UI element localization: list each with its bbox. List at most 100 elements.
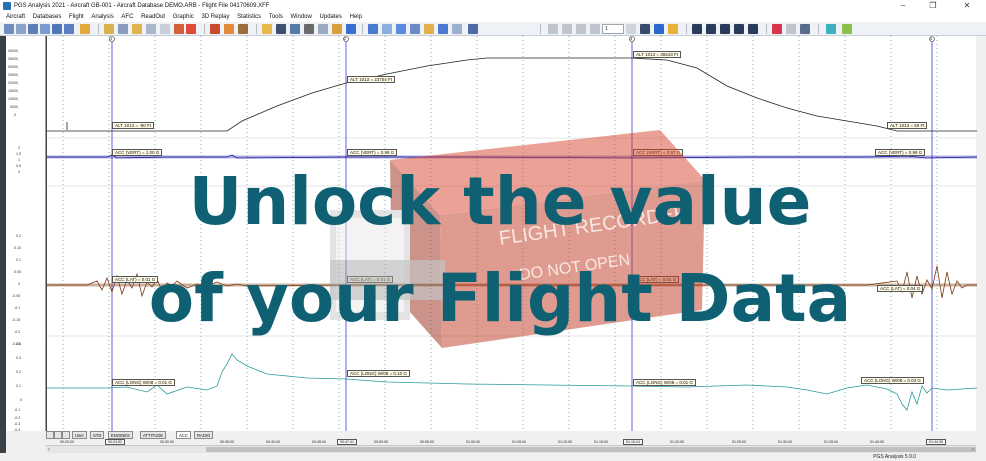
title-bar: PGS Analysis 2021 - Aircraft GB-001 - Ai… bbox=[0, 0, 986, 12]
tab-nav-next[interactable] bbox=[62, 431, 70, 439]
magnify-icon[interactable] bbox=[146, 24, 156, 34]
folder-icon[interactable] bbox=[262, 24, 272, 34]
plane-view-icon[interactable] bbox=[290, 24, 300, 34]
menu-flight[interactable]: Flight bbox=[69, 12, 84, 22]
dropdown-icon[interactable] bbox=[626, 24, 636, 34]
menu-statistics[interactable]: Statistics bbox=[237, 12, 261, 22]
menu-help[interactable]: Help bbox=[350, 12, 362, 22]
next-icon[interactable] bbox=[720, 24, 730, 34]
tab-user[interactable]: User bbox=[72, 431, 87, 439]
run-icon[interactable] bbox=[772, 24, 782, 34]
stop-icon[interactable] bbox=[590, 24, 600, 34]
spreadsheet-icon[interactable] bbox=[842, 24, 852, 34]
tab-engines[interactable]: ENGINES bbox=[108, 431, 133, 439]
tab-nav-first[interactable] bbox=[46, 431, 54, 439]
align-icon[interactable] bbox=[40, 24, 50, 34]
cursor-marker-4[interactable]: 4 bbox=[930, 36, 932, 41]
menu-3d-replay[interactable]: 3D Replay bbox=[201, 12, 229, 22]
print-icon[interactable] bbox=[238, 24, 248, 34]
time-tick: 01:00:00 bbox=[466, 440, 480, 444]
curve-icon[interactable] bbox=[452, 24, 462, 34]
tab-radio[interactable]: RADIO bbox=[194, 431, 214, 439]
tab-nav-prev[interactable] bbox=[54, 431, 62, 439]
scroll-thumb[interactable] bbox=[206, 447, 976, 452]
layout-icon[interactable] bbox=[800, 24, 810, 34]
alt-tick: 0 bbox=[14, 113, 16, 117]
menu-databases[interactable]: Databases bbox=[33, 12, 62, 22]
eraser-icon[interactable] bbox=[174, 24, 184, 34]
cursor-marker-3[interactable]: 3 bbox=[630, 36, 632, 41]
wand-icon[interactable] bbox=[104, 24, 114, 34]
arrow-down-icon[interactable] bbox=[438, 24, 448, 34]
menu-tools[interactable]: Tools bbox=[269, 12, 283, 22]
options-icon[interactable] bbox=[160, 24, 170, 34]
cursor-marker-2[interactable]: 2 bbox=[344, 36, 346, 41]
menu-analysis[interactable]: Analysis bbox=[91, 12, 113, 22]
brush-icon[interactable] bbox=[668, 24, 678, 34]
lat-tick: -0.15 bbox=[12, 318, 21, 322]
vert-cursor-label-1: ACC (VERT) = 1.00 G bbox=[112, 149, 163, 156]
monitor-icon[interactable] bbox=[276, 24, 286, 34]
acc-long-trace bbox=[47, 353, 977, 411]
headline-line-2: of your Flight Data bbox=[148, 260, 852, 337]
range-icon[interactable] bbox=[410, 24, 420, 34]
time-tick: 00:35:00 bbox=[220, 440, 234, 444]
page-input[interactable]: 1 bbox=[602, 24, 624, 34]
step-back-icon[interactable] bbox=[548, 24, 558, 34]
close-button[interactable]: ✕ bbox=[952, 0, 982, 12]
menu-window[interactable]: Window bbox=[291, 12, 312, 22]
camera-icon[interactable] bbox=[304, 24, 314, 34]
tab-attitude[interactable]: ATTITUDE bbox=[140, 431, 167, 439]
table-icon[interactable] bbox=[468, 24, 478, 34]
menu-updates[interactable]: Updates bbox=[320, 12, 342, 22]
chart-icon[interactable] bbox=[118, 24, 128, 34]
zoom-icon[interactable] bbox=[396, 24, 406, 34]
scale-icon[interactable] bbox=[16, 24, 26, 34]
long-tick: 0.4 bbox=[16, 342, 21, 346]
text-icon[interactable] bbox=[28, 24, 38, 34]
delete-icon[interactable] bbox=[186, 24, 196, 34]
zoom-fit-icon[interactable] bbox=[4, 24, 14, 34]
window-icon[interactable] bbox=[52, 24, 62, 34]
previous-icon[interactable] bbox=[706, 24, 716, 34]
info-icon[interactable] bbox=[654, 24, 664, 34]
menu-aircraft[interactable]: Aircraft bbox=[6, 12, 25, 22]
pause-icon[interactable] bbox=[576, 24, 586, 34]
headline-line-1: Unlock the value bbox=[188, 163, 812, 240]
lat-tick: -0.1 bbox=[14, 306, 21, 310]
tab-std[interactable]: STD bbox=[90, 431, 105, 439]
crosshair-icon[interactable] bbox=[382, 24, 392, 34]
menu-readout[interactable]: ReadOut bbox=[141, 12, 165, 22]
report-icon[interactable] bbox=[826, 24, 836, 34]
stop-run-icon[interactable] bbox=[786, 24, 796, 34]
maximize-button[interactable]: ❐ bbox=[918, 0, 948, 12]
menu-graphic[interactable]: Graphic bbox=[173, 12, 194, 22]
play-icon[interactable] bbox=[562, 24, 572, 34]
minimize-button[interactable]: – bbox=[888, 0, 918, 12]
lat-tick: 0 bbox=[18, 282, 20, 286]
y-axis-panel: 40000 35000 30000 25000 20000 15000 1000… bbox=[6, 36, 46, 432]
last-icon[interactable] bbox=[734, 24, 744, 34]
long-tick: 0.2 bbox=[16, 370, 21, 374]
remove-icon[interactable] bbox=[748, 24, 758, 34]
vert-tick: 0.5 bbox=[16, 164, 21, 168]
plane-icon[interactable] bbox=[64, 24, 74, 34]
camera-shot-icon[interactable] bbox=[640, 24, 650, 34]
first-icon[interactable] bbox=[692, 24, 702, 34]
horizontal-scrollbar[interactable]: ‹ › bbox=[46, 445, 976, 453]
pencil-icon[interactable] bbox=[132, 24, 142, 34]
export-icon[interactable] bbox=[224, 24, 234, 34]
cursor-icon[interactable] bbox=[368, 24, 378, 34]
video-icon[interactable] bbox=[346, 24, 356, 34]
grid-icon[interactable] bbox=[210, 24, 220, 34]
lat-cursor-label-4: ACC (LAT) = 0.04 G bbox=[877, 285, 924, 292]
cursor-marker-1[interactable]: 1 bbox=[110, 36, 112, 41]
tab-acc[interactable]: ACC bbox=[176, 431, 191, 439]
pin-icon[interactable] bbox=[80, 24, 90, 34]
toolbar-separator bbox=[362, 24, 363, 34]
sound-icon[interactable] bbox=[332, 24, 342, 34]
record-icon[interactable] bbox=[318, 24, 328, 34]
menu-afc[interactable]: AFC bbox=[121, 12, 133, 22]
long-cursor-label-1: ACC (LONG) W/08 = 0.01 G bbox=[112, 379, 175, 386]
marker-icon[interactable] bbox=[424, 24, 434, 34]
